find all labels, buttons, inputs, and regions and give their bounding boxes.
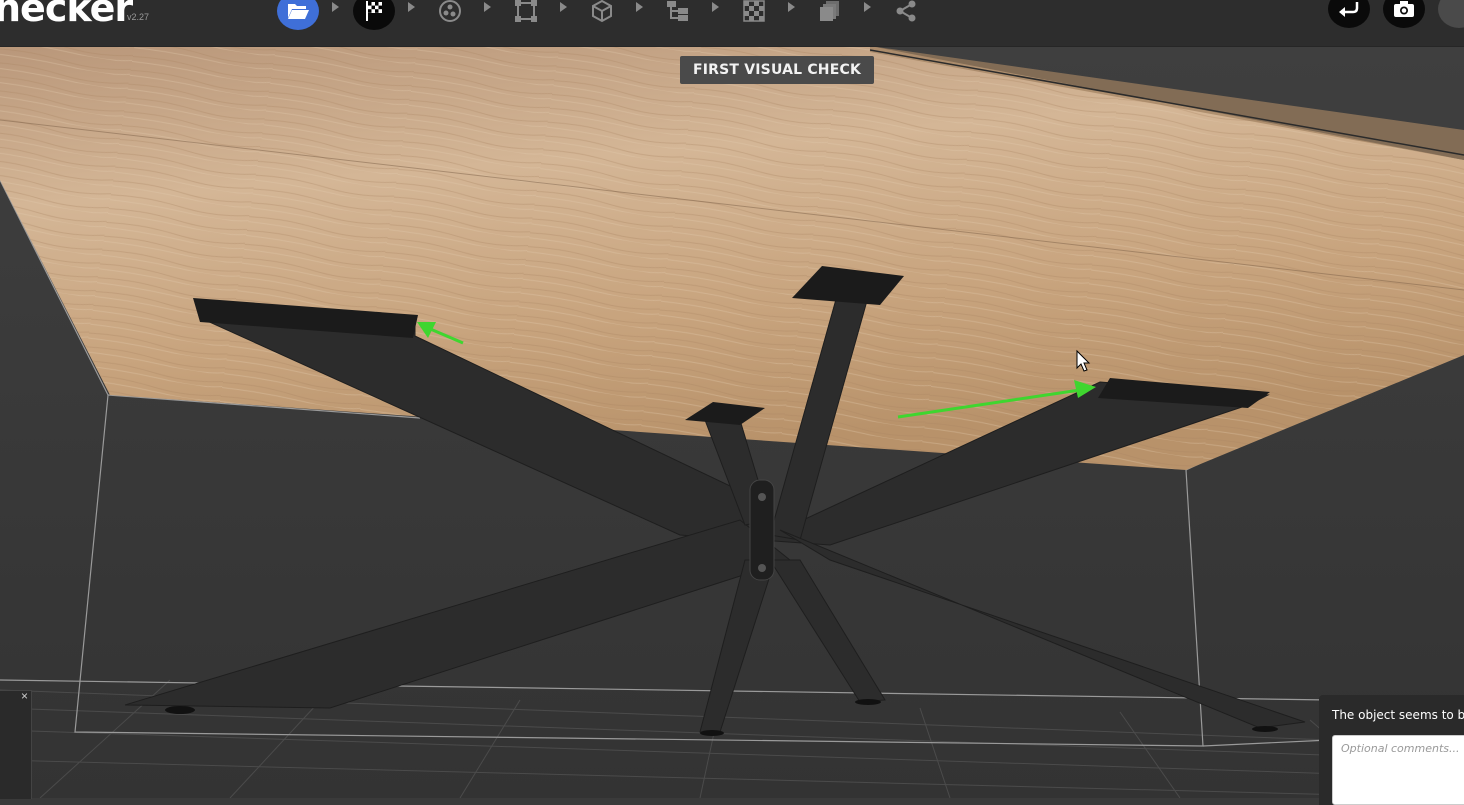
step-separator (484, 2, 491, 12)
step-separator (408, 2, 415, 12)
app-version: v2.27 (127, 12, 150, 22)
return-arrow-icon (1339, 2, 1359, 17)
comment-panel: The object seems to be vi (1319, 695, 1464, 805)
folder-open-icon (288, 4, 309, 19)
step-hierarchy[interactable] (657, 0, 699, 30)
comments-input[interactable] (1332, 735, 1464, 805)
step-bounding-box[interactable] (505, 0, 547, 30)
step-separator (332, 2, 339, 12)
checkered-flag-icon (366, 1, 382, 21)
hierarchy-icon (667, 1, 688, 21)
step-separator (864, 2, 871, 12)
app-logo: hecker (0, 0, 133, 30)
layers-icon (820, 1, 839, 21)
comment-button[interactable] (1438, 0, 1464, 28)
step-separator (712, 2, 719, 12)
bounding-box-icon (515, 0, 537, 22)
check-result-message: The object seems to be vi (1332, 708, 1464, 722)
step-materials[interactable] (809, 0, 851, 30)
close-icon[interactable]: × (21, 689, 28, 703)
screenshot-button[interactable] (1383, 0, 1425, 28)
top-toolbar: hecker v2.27 (0, 0, 1464, 47)
current-step-label: FIRST VISUAL CHECK (680, 56, 874, 84)
undo-button[interactable] (1328, 0, 1370, 28)
cube-icon (592, 0, 612, 23)
checkerboard-icon (743, 0, 765, 22)
3d-viewport[interactable] (0, 0, 1464, 798)
share-icon (896, 0, 916, 22)
camera-icon (1394, 1, 1414, 17)
step-export[interactable] (885, 0, 927, 30)
step-textures[interactable] (733, 0, 775, 30)
atom-icon (439, 0, 461, 22)
step-separator (788, 2, 795, 12)
step-separator (636, 2, 643, 12)
step-open-file[interactable] (277, 0, 319, 30)
left-side-panel: × (0, 689, 32, 799)
step-separator (560, 2, 567, 12)
step-first-visual-check[interactable] (353, 0, 395, 30)
step-geometry[interactable] (429, 0, 471, 30)
step-mesh[interactable] (581, 0, 623, 30)
